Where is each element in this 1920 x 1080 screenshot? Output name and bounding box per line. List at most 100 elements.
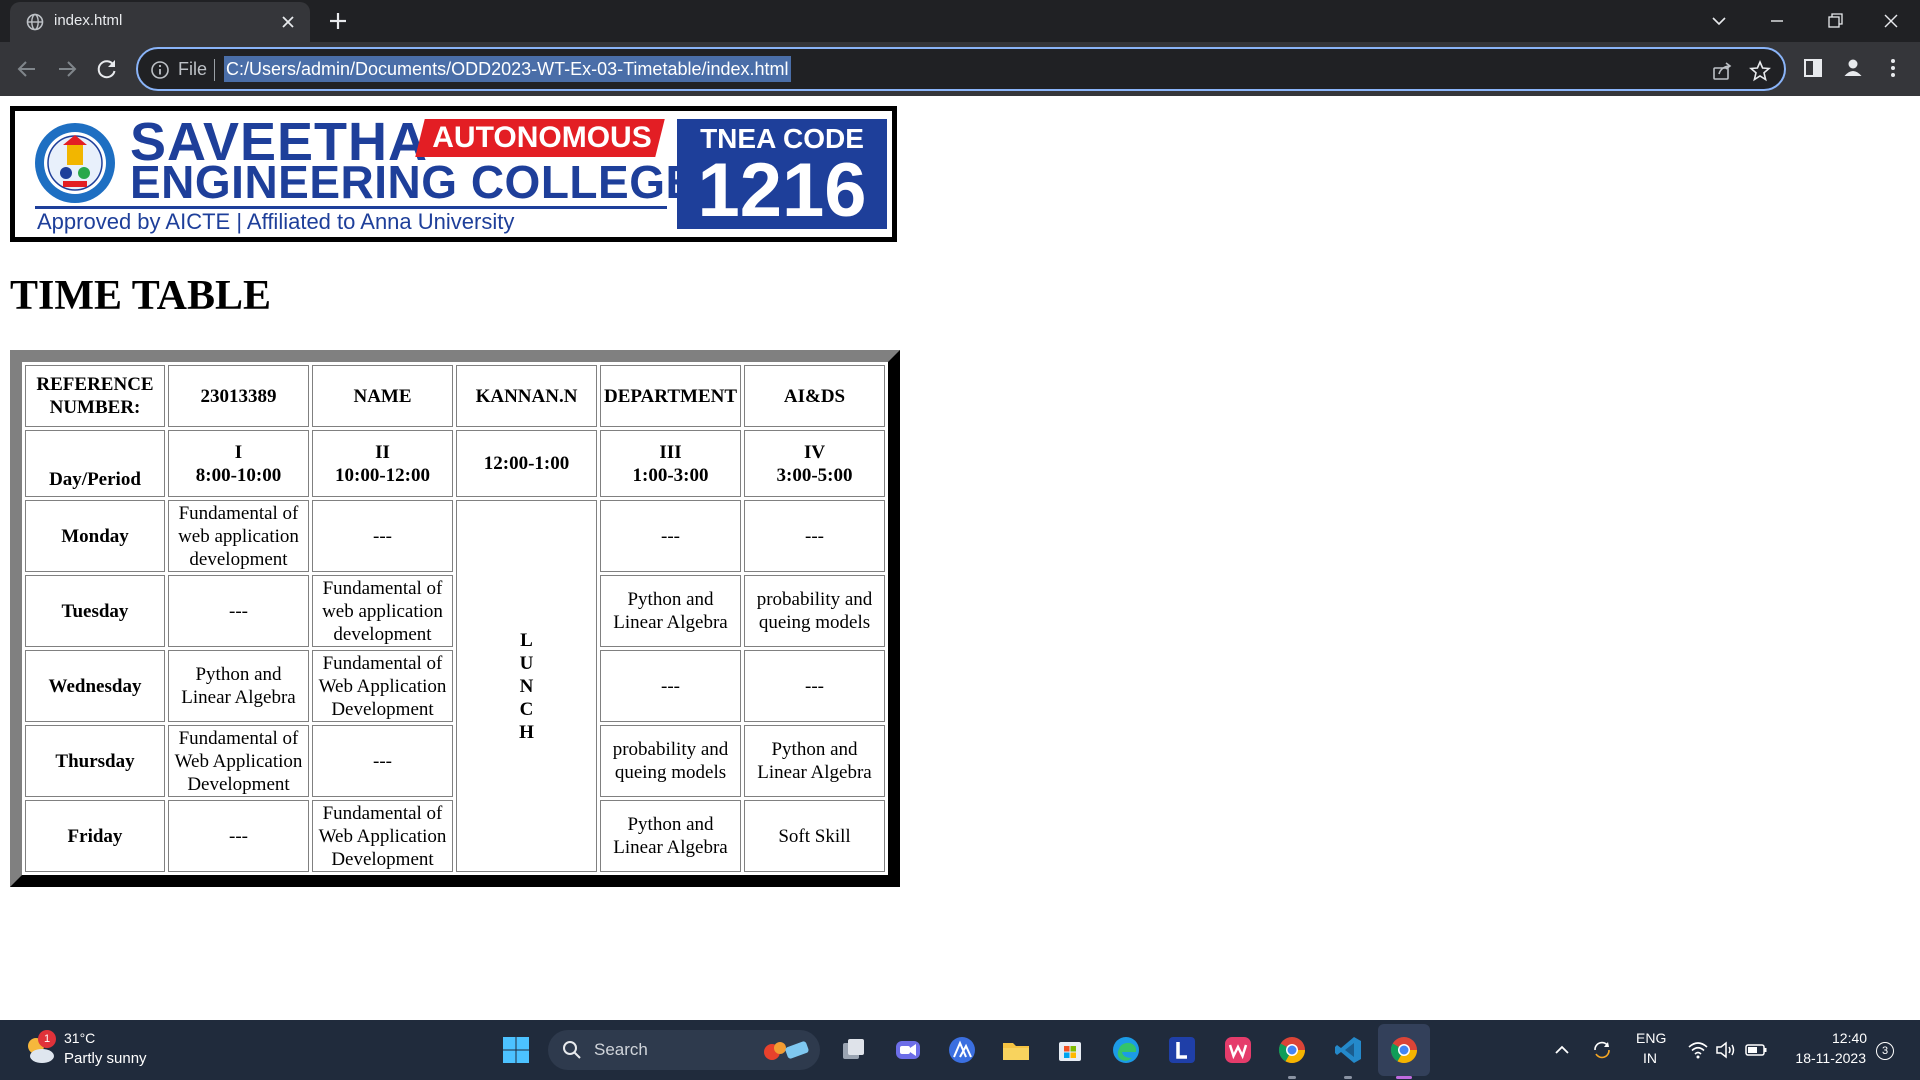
reference-number-value: 23013389 — [168, 365, 309, 427]
period-4-time: 3:00-5:00 — [776, 464, 853, 486]
clock-time[interactable]: 12:40 — [1832, 1030, 1867, 1046]
profile-icon[interactable] — [1840, 55, 1866, 81]
taskbar-search[interactable]: Search — [548, 1030, 820, 1070]
period-2-header: II 10:00-12:00 — [312, 430, 453, 497]
reload-icon[interactable] — [92, 54, 122, 84]
teams-chat-icon[interactable] — [892, 1034, 924, 1066]
windows-taskbar: 1 31°C Partly sunny Search ENG IN 12:40 … — [0, 1020, 1920, 1080]
period-4-header: IV 3:00-5:00 — [744, 430, 885, 497]
day-label: Friday — [25, 800, 165, 872]
lunch-letter: U — [519, 652, 534, 674]
wifi-icon[interactable] — [1686, 1038, 1710, 1062]
period-cell: Python and Linear Algebra — [744, 725, 885, 797]
period-cell: --- — [312, 500, 453, 572]
lunch-cell: L U N C H — [456, 500, 597, 872]
clock-date[interactable]: 18-11-2023 — [1786, 1050, 1866, 1066]
period-3-time: 1:00-3:00 — [632, 464, 709, 486]
day-row-wednesday: Wednesday Python and Linear Algebra Fund… — [25, 650, 885, 722]
sync-icon[interactable] — [1590, 1038, 1614, 1062]
tnea-code-number: 1216 — [697, 148, 867, 233]
file-explorer-icon[interactable] — [1000, 1034, 1032, 1066]
name-label: NAME — [312, 365, 453, 427]
college-tagline: Approved by AICTE | Affiliated to Anna U… — [37, 209, 515, 234]
url-text[interactable]: C:/Users/admin/Documents/ODD2023-WT-Ex-0… — [224, 56, 791, 82]
globe-icon — [26, 13, 44, 31]
day-row-friday: Friday --- Fundamental of Web Applicatio… — [25, 800, 885, 872]
notification-count-badge[interactable]: 3 — [1876, 1042, 1894, 1060]
period-cell: --- — [168, 800, 309, 872]
weather-alert-badge: 1 — [38, 1030, 56, 1048]
college-crest-logo — [35, 123, 115, 203]
menu-kebab-icon[interactable] — [1880, 55, 1906, 81]
period-cell: Fundamental of Web Application Developme… — [312, 800, 453, 872]
lunch-letter: H — [519, 721, 534, 743]
timetable-container: REFERENCE NUMBER: 23013389 NAME KANNAN.N… — [10, 350, 900, 887]
lunch-time-header: 12:00-1:00 — [456, 430, 597, 497]
back-arrow-icon[interactable] — [12, 54, 42, 84]
windows-start-icon[interactable] — [500, 1034, 532, 1066]
address-separator — [214, 59, 215, 81]
autonomous-badge: AUTONOMOUS — [432, 121, 652, 154]
battery-icon[interactable] — [1744, 1038, 1768, 1062]
day-label: Thursday — [25, 725, 165, 797]
browser-title-bar: index.html — [0, 0, 1920, 42]
scheme-label: File — [178, 59, 208, 79]
period-cell: Fundamental of web application developme… — [312, 575, 453, 647]
new-tab-icon[interactable] — [326, 9, 350, 33]
language-indicator[interactable]: ENG — [1636, 1030, 1666, 1046]
tnea-code-box: TNEA CODE 1216 — [677, 119, 887, 229]
search-placeholder: Search — [594, 1040, 648, 1059]
day-period-header: Day/Period — [25, 430, 165, 497]
day-row-tuesday: Tuesday --- Fundamental of web applicati… — [25, 575, 885, 647]
lunch-letter: N — [519, 675, 534, 697]
prism-app-icon[interactable] — [946, 1034, 978, 1066]
vscode-icon[interactable] — [1332, 1034, 1364, 1066]
period-2-time: 10:00-12:00 — [335, 464, 430, 486]
forward-arrow-icon[interactable] — [52, 54, 82, 84]
lunch-letter: C — [519, 698, 534, 720]
active-app-indicator — [1396, 1076, 1412, 1079]
chevron-up-icon[interactable] — [1550, 1038, 1574, 1062]
day-row-thursday: Thursday Fundamental of Web Application … — [25, 725, 885, 797]
minimize-icon[interactable] — [1762, 6, 1792, 36]
task-view-icon[interactable] — [838, 1034, 870, 1066]
running-app-indicator — [1344, 1076, 1352, 1079]
region-indicator: IN — [1643, 1050, 1657, 1066]
close-window-icon[interactable] — [1876, 6, 1906, 36]
period-cell: Fundamental of Web Application Developme… — [312, 650, 453, 722]
period-cell: Fundamental of Web Application Developme… — [168, 725, 309, 797]
day-row-monday: Monday Fundamental of web application de… — [25, 500, 885, 872]
period-cell: --- — [312, 725, 453, 797]
tab-title: index.html — [54, 12, 123, 29]
close-tab-icon[interactable] — [278, 12, 298, 32]
chrome-active-icon[interactable] — [1388, 1034, 1420, 1066]
l-app-icon[interactable] — [1166, 1034, 1198, 1066]
name-value: KANNAN.N — [456, 365, 597, 427]
tab-search-chevron-down-icon[interactable] — [1704, 6, 1734, 36]
share-icon[interactable] — [1710, 59, 1734, 83]
chrome-icon[interactable] — [1276, 1034, 1308, 1066]
address-bar[interactable]: File C:/Users/admin/Documents/ODD2023-WT… — [136, 47, 1786, 91]
period-cell: probability and queing models — [600, 725, 741, 797]
edge-browser-icon[interactable] — [1110, 1034, 1142, 1066]
period-2-label: II — [375, 441, 390, 463]
info-icon[interactable] — [150, 60, 170, 80]
period-1-header: I 8:00-10:00 — [168, 430, 309, 497]
period-cell: Fundamental of web application developme… — [168, 500, 309, 572]
volume-icon[interactable] — [1714, 1038, 1738, 1062]
college-name-line2: ENGINEERING COLLEGE — [130, 156, 697, 208]
bookmark-star-icon[interactable] — [1748, 59, 1772, 83]
browser-tab[interactable]: index.html — [10, 2, 310, 42]
day-label: Tuesday — [25, 575, 165, 647]
lunch-letter: L — [520, 629, 533, 651]
day-label: Monday — [25, 500, 165, 572]
period-cell: --- — [168, 575, 309, 647]
running-app-indicator — [1288, 1076, 1296, 1079]
side-panel-icon[interactable] — [1800, 55, 1826, 81]
period-cell: --- — [744, 650, 885, 722]
period-cell: probability and queing models — [744, 575, 885, 647]
restore-icon[interactable] — [1820, 6, 1850, 36]
period-cell: Python and Linear Algebra — [600, 575, 741, 647]
wps-office-icon[interactable] — [1222, 1034, 1254, 1066]
microsoft-store-icon[interactable] — [1054, 1034, 1086, 1066]
